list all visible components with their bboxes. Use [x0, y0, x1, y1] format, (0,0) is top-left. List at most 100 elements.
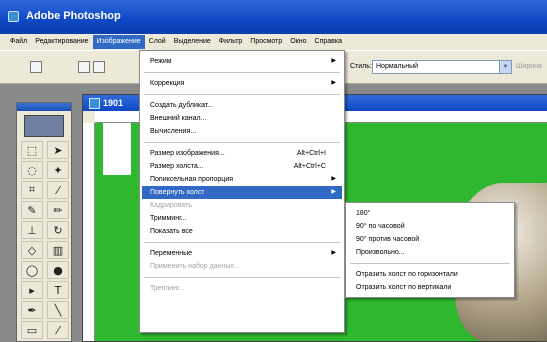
- menu-item-label: Треппинг...: [150, 285, 185, 292]
- menu-window[interactable]: Окно: [286, 35, 310, 49]
- chevron-right-icon: ▶: [331, 58, 336, 64]
- menu-item-label: Внешний канал...: [150, 115, 207, 122]
- menu-edit[interactable]: Редактирование: [31, 35, 92, 49]
- menu-item-mode[interactable]: Режим ▶: [142, 55, 342, 68]
- menu-item-label: Повернуть холст: [150, 189, 205, 196]
- submenu-item-rotate-90-cw[interactable]: 90° по часовой: [348, 220, 512, 233]
- image-menu: Режим ▶ Коррекция ▶ Создать дубликат... …: [139, 50, 345, 333]
- lasso-tool-icon[interactable]: ◌: [21, 161, 43, 179]
- adobe-logo[interactable]: [24, 115, 64, 137]
- chevron-down-icon[interactable]: ▼: [499, 61, 511, 73]
- menu-item-label: Применить набор данных...: [150, 263, 240, 270]
- menu-item-label: Отразить холст по вертикали: [356, 284, 452, 291]
- menu-item-shortcut: Alt+Ctrl+I: [296, 150, 326, 157]
- history-brush-tool-icon[interactable]: ↻: [47, 221, 69, 239]
- style-select[interactable]: Нормальный ▼: [372, 60, 512, 74]
- rotate-canvas-submenu: 180° 90° по часовой 90° против часовой П…: [345, 202, 515, 298]
- menu-item-calculations[interactable]: Вычисления...: [142, 125, 342, 138]
- menu-item-label: Произвольно...: [356, 249, 405, 256]
- menu-item-pixel-aspect[interactable]: Попиксельная пропорция ▶: [142, 173, 342, 186]
- menu-item-canvas-size[interactable]: Размер холста... Alt+Ctrl+C: [142, 160, 342, 173]
- gradient-tool-icon[interactable]: ▥: [47, 241, 69, 259]
- menu-item-crop[interactable]: Кадрировать: [142, 199, 342, 212]
- menu-item-label: Режим: [150, 58, 172, 65]
- pen-tool-icon[interactable]: ✒: [21, 301, 43, 319]
- eyedropper-tool-icon[interactable]: ⁄: [47, 321, 69, 339]
- type-tool-icon[interactable]: T: [47, 281, 69, 299]
- menu-item-label: 180°: [356, 210, 371, 217]
- menu-item-adjustments[interactable]: Коррекция ▶: [142, 77, 342, 90]
- marquee-tool-preset-icon[interactable]: [30, 61, 42, 73]
- submenu-item-arbitrary[interactable]: Произвольно...: [348, 246, 512, 259]
- crop-tool-icon[interactable]: ⌗: [21, 181, 43, 199]
- menu-item-variables[interactable]: Переменные ▶: [142, 247, 342, 260]
- path-select-tool-icon[interactable]: ▸: [21, 281, 43, 299]
- stamp-tool-icon[interactable]: ⊥: [21, 221, 43, 239]
- slice-tool-icon[interactable]: ⁄: [47, 181, 69, 199]
- menu-view[interactable]: Просмотр: [246, 35, 286, 49]
- chevron-right-icon: ▶: [331, 176, 336, 182]
- menu-item-image-size[interactable]: Размер изображения... Alt+Ctrl+I: [142, 147, 342, 160]
- title-bar: Adobe Photoshop: [0, 0, 547, 34]
- menu-item-duplicate[interactable]: Создать дубликат...: [142, 99, 342, 112]
- photoshop-window: Adobe Photoshop Файл Редактирование Изоб…: [0, 0, 547, 342]
- menu-item-label: 90° по часовой: [356, 223, 405, 230]
- submenu-item-rotate-180[interactable]: 180°: [348, 207, 512, 220]
- style-label: Стиль:: [350, 63, 372, 70]
- menu-item-label: Коррекция: [150, 80, 185, 87]
- menu-item-apply-image[interactable]: Внешний канал...: [142, 112, 342, 125]
- menu-item-label: Тримминг...: [150, 215, 187, 222]
- blur-tool-icon[interactable]: ◯: [21, 261, 43, 279]
- notes-tool-icon[interactable]: ▭: [21, 321, 43, 339]
- menu-layer[interactable]: Слой: [145, 35, 170, 49]
- menu-item-trap[interactable]: Треппинг...: [142, 282, 342, 295]
- submenu-item-flip-horizontal[interactable]: Отразить холст по горизонтали: [348, 268, 512, 281]
- canvas-white-area: [103, 123, 131, 175]
- submenu-item-flip-vertical[interactable]: Отразить холст по вертикали: [348, 281, 512, 294]
- tool-grid: ⬚ ➤ ◌ ✦ ⌗ ⁄ ✎ ✏ ⊥ ↻ ◇ ▥ ◯ ● ▸ T ✒ ╲ ▭ ⁄: [17, 139, 71, 341]
- menu-item-label: Отразить холст по горизонтали: [356, 271, 458, 278]
- menu-separator: [144, 142, 340, 143]
- new-selection-icon[interactable]: [78, 61, 90, 73]
- style-select-value: Нормальный: [376, 63, 419, 70]
- menu-item-label: Переменные: [150, 250, 193, 257]
- width-label: Ширина: [516, 63, 542, 70]
- menu-item-label: Размер изображения...: [150, 150, 225, 157]
- menu-item-apply-data-set[interactable]: Применить набор данных...: [142, 260, 342, 273]
- chevron-right-icon: ▶: [331, 80, 336, 86]
- marquee-tool-icon[interactable]: ⬚: [21, 141, 43, 159]
- add-selection-icon[interactable]: [93, 61, 105, 73]
- vertical-ruler: [83, 123, 95, 341]
- move-tool-icon[interactable]: ➤: [47, 141, 69, 159]
- menu-item-reveal-all[interactable]: Показать все: [142, 225, 342, 238]
- window-title: Adobe Photoshop: [26, 10, 121, 22]
- menu-item-label: Вычисления...: [150, 128, 197, 135]
- magic-wand-tool-icon[interactable]: ✦: [47, 161, 69, 179]
- menu-item-label: Показать все: [150, 228, 193, 235]
- submenu-item-rotate-90-ccw[interactable]: 90° против часовой: [348, 233, 512, 246]
- photoshop-app-icon: [8, 11, 19, 22]
- menu-image[interactable]: Изображение: [92, 35, 145, 49]
- chevron-right-icon: ▶: [331, 250, 336, 256]
- menu-file[interactable]: Файл: [6, 35, 31, 49]
- menu-filter[interactable]: Фильтр: [215, 35, 247, 49]
- menu-select[interactable]: Выделение: [170, 35, 215, 49]
- toolbox-panel: ⬚ ➤ ◌ ✦ ⌗ ⁄ ✎ ✏ ⊥ ↻ ◇ ▥ ◯ ● ▸ T ✒ ╲ ▭ ⁄: [16, 102, 72, 342]
- toolbox-header[interactable]: [17, 103, 71, 111]
- dodge-tool-icon[interactable]: ●: [47, 261, 69, 279]
- pencil-tool-icon[interactable]: ✏: [47, 201, 69, 219]
- menu-help[interactable]: Справка: [311, 35, 346, 49]
- menu-item-label: Попиксельная пропорция: [150, 176, 234, 183]
- menu-item-trim[interactable]: Тримминг...: [142, 212, 342, 225]
- menu-bar: Файл Редактирование Изображение Слой Выд…: [0, 34, 547, 50]
- chevron-right-icon: ▶: [331, 189, 336, 195]
- menu-separator: [144, 94, 340, 95]
- menu-item-rotate-canvas[interactable]: Повернуть холст ▶: [142, 186, 342, 199]
- menu-item-label: Размер холста...: [150, 163, 204, 170]
- menu-separator: [144, 242, 340, 243]
- brush-tool-icon[interactable]: ✎: [21, 201, 43, 219]
- eraser-tool-icon[interactable]: ◇: [21, 241, 43, 259]
- shape-tool-icon[interactable]: ╲: [47, 301, 69, 319]
- menu-item-shortcut: Alt+Ctrl+C: [293, 163, 326, 170]
- menu-separator: [350, 263, 510, 264]
